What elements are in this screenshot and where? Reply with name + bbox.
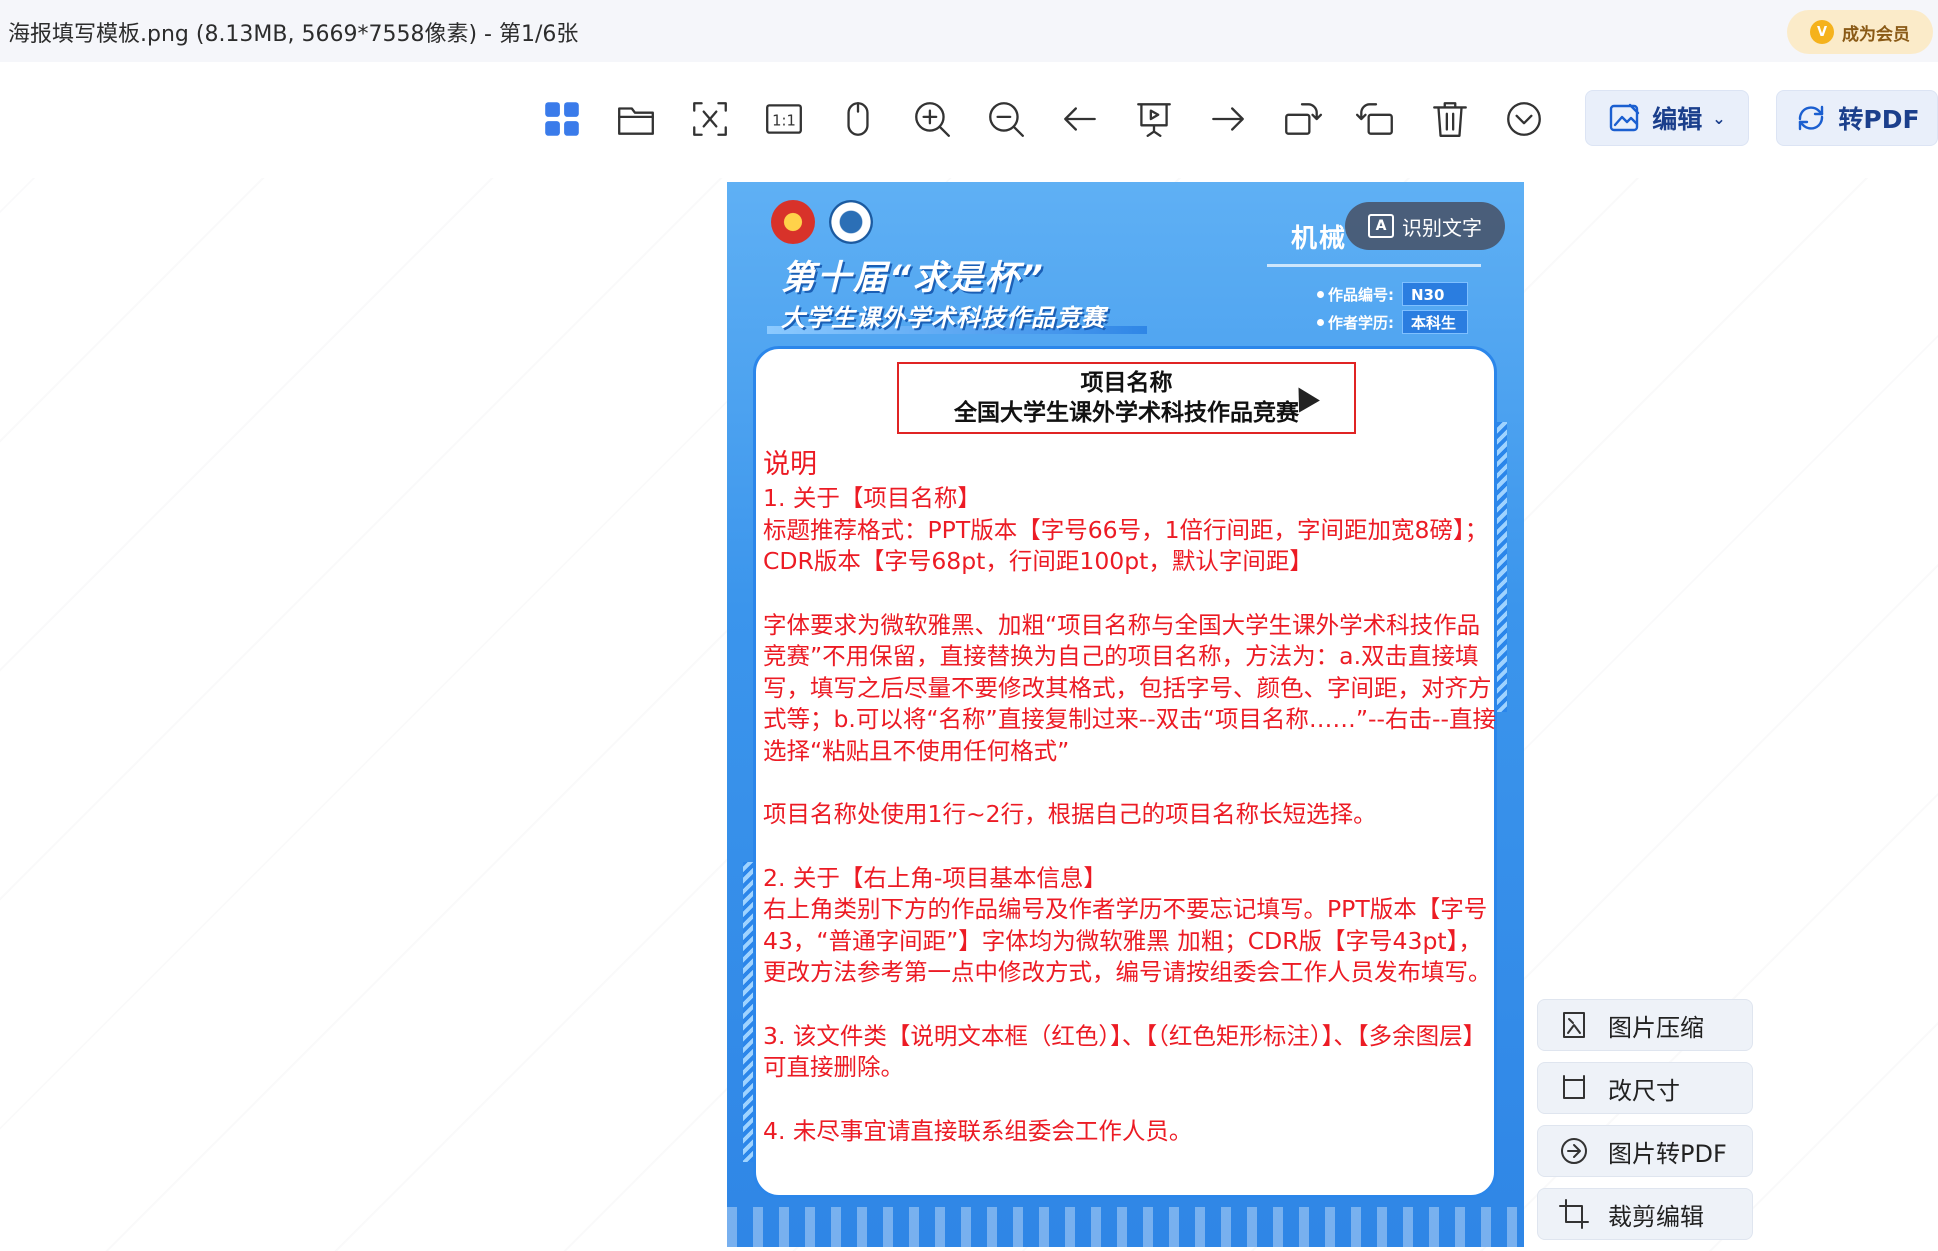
note1-font-requirements: 字体要求为微软雅黑、加粗“项目名称与全国大学生课外学术科技作品竞赛”不用保留，直…	[763, 610, 1496, 765]
previous-icon	[1064, 107, 1096, 131]
crop-edit-button[interactable]: 裁剪编辑	[1537, 1188, 1753, 1240]
slideshow-icon	[1137, 103, 1171, 137]
rotate-left-button[interactable]	[1277, 94, 1327, 144]
resize-button[interactable]: 改尺寸	[1537, 1062, 1753, 1114]
resize-icon	[1563, 1075, 1585, 1099]
image-to-pdf-button[interactable]: 图片转PDF	[1537, 1125, 1753, 1177]
open-folder-icon	[618, 107, 654, 135]
mouse-mode-button[interactable]	[833, 94, 883, 144]
previous-image-button[interactable]	[1055, 94, 1105, 144]
actual-size-icon: 1:1	[766, 104, 802, 134]
grid-view-icon	[545, 102, 579, 136]
education-row: 作者学历: 本科生	[1317, 310, 1468, 334]
stripe-decoration-left	[743, 862, 753, 1162]
convert-to-pdf-label: 转PDF	[1838, 105, 1920, 134]
work-number-value: N30	[1402, 282, 1468, 306]
convert-to-pdf-button[interactable]: 转PDF	[1776, 90, 1938, 146]
note2-text: 右上角类别下方的作品编号及作者学历不要忘记填写。PPT版本【字号43，“普通字间…	[763, 895, 1492, 986]
education-value: 本科生	[1402, 310, 1468, 334]
poster-heading-line2: 大学生课外学术科技作品竞赛	[781, 304, 1106, 332]
note1-format: 标题推荐格式：PPT版本【字号66号，1倍行间距，字间距加宽8磅】；CDR版本【…	[763, 515, 1489, 576]
vip-crown-icon: V	[1810, 20, 1834, 44]
notes-title: 说明	[763, 449, 817, 480]
zoom-in-icon	[915, 102, 950, 137]
edit-image-icon	[1610, 103, 1640, 132]
become-member-button[interactable]: V 成为会员	[1787, 10, 1933, 54]
resize-label: 改尺寸	[1608, 1076, 1680, 1105]
youth-league-emblem	[771, 200, 815, 244]
zoom-out-button[interactable]	[981, 94, 1031, 144]
window-title: 海报填写模板.png (8.13MB, 5669*7558像素) - 第1/6张	[8, 22, 579, 47]
recognize-text-button[interactable]: A 识别文字	[1345, 202, 1505, 250]
zoom-in-button[interactable]	[907, 94, 957, 144]
edit-button[interactable]: 编辑 ⌄	[1585, 90, 1749, 146]
compress-image-button[interactable]: 图片压缩	[1537, 999, 1753, 1051]
more-icon	[1507, 102, 1541, 136]
project-name-subtitle: 全国大学生课外学术科技作品竞赛	[954, 400, 1299, 426]
rotate-right-button[interactable]	[1351, 94, 1401, 144]
delete-icon	[1433, 102, 1467, 137]
note3-text: 3. 该文件类【说明文本框（红色）】、【（红色矩形标注）】、【多余图层】可直接删…	[763, 1021, 1487, 1082]
convert-icon	[1799, 105, 1824, 131]
compress-image-label: 图片压缩	[1608, 1013, 1704, 1042]
poster-heading-line1: 第十届“求是杯”	[781, 258, 1045, 298]
ocr-text-icon: A	[1368, 214, 1394, 238]
zoom-out-icon	[989, 102, 1024, 137]
education-label: 作者学历:	[1328, 313, 1394, 332]
rotate-right-icon	[1355, 103, 1393, 135]
mouse-icon	[847, 102, 869, 136]
city-skyline-decoration	[727, 1207, 1524, 1247]
note1-title: 1. 关于【项目名称】	[763, 484, 981, 512]
more-options-button[interactable]	[1499, 94, 1549, 144]
delete-button[interactable]	[1425, 94, 1475, 144]
toolbar: 1:1 编辑 ⌄ 转PDF	[0, 62, 1938, 178]
image-viewer-app: 海报填写模板.png (8.13MB, 5669*7558像素) - 第1/6张…	[0, 0, 1938, 1251]
stripe-decoration-right	[1497, 422, 1507, 712]
next-image-button[interactable]	[1203, 94, 1253, 144]
ocr-scan-button[interactable]	[685, 94, 735, 144]
rotate-left-icon	[1285, 103, 1323, 135]
svg-text:1:1: 1:1	[772, 112, 796, 129]
ocr-scan-icon	[693, 102, 727, 136]
instructions-text: 说明 1. 关于【项目名称】 标题推荐格式：PPT版本【字号66号，1倍行间距，…	[763, 447, 1498, 1147]
slideshow-button[interactable]	[1129, 94, 1179, 144]
category-text: 机械	[1291, 224, 1348, 254]
project-name-title: 项目名称	[1080, 370, 1173, 396]
chevron-down-icon: ⌄	[1712, 108, 1726, 128]
crop-icon	[1559, 1199, 1589, 1229]
note2-title: 2. 关于【右上角-项目基本信息】	[763, 863, 1107, 892]
note1-line-count: 项目名称处使用1行~2行，根据自己的项目名称长短选择。	[763, 800, 1377, 828]
bullet-dot	[1317, 318, 1324, 326]
compress-icon	[1563, 1012, 1585, 1038]
bullet-dot	[1317, 290, 1324, 298]
image-to-pdf-label: 图片转PDF	[1608, 1139, 1727, 1168]
image-canvas[interactable]: 第十届“求是杯” 大学生课外学术科技作品竞赛 机械 A 识别文字 作品编号: N…	[727, 182, 1524, 1247]
actual-size-button[interactable]: 1:1	[759, 94, 809, 144]
edit-button-label: 编辑	[1652, 105, 1703, 134]
title-bar: 海报填写模板.png (8.13MB, 5669*7558像素) - 第1/6张…	[0, 0, 1938, 62]
recognize-text-label: 识别文字	[1402, 215, 1482, 240]
grid-view-button[interactable]	[537, 94, 587, 144]
note4-text: 4. 未尽事宜请直接联系组委会工作人员。	[763, 1116, 1193, 1145]
work-number-label: 作品编号:	[1328, 285, 1394, 304]
crop-edit-label: 裁剪编辑	[1608, 1202, 1704, 1231]
project-name-box: 项目名称 全国大学生课外学术科技作品竞赛	[897, 362, 1356, 434]
decorative-line	[1267, 264, 1481, 267]
university-logo	[829, 200, 873, 244]
image-to-pdf-icon	[1561, 1138, 1587, 1164]
next-icon	[1212, 107, 1244, 131]
become-member-label: 成为会员	[1842, 24, 1910, 45]
open-folder-button[interactable]	[611, 94, 661, 144]
work-number-row: 作品编号: N30	[1317, 282, 1468, 306]
